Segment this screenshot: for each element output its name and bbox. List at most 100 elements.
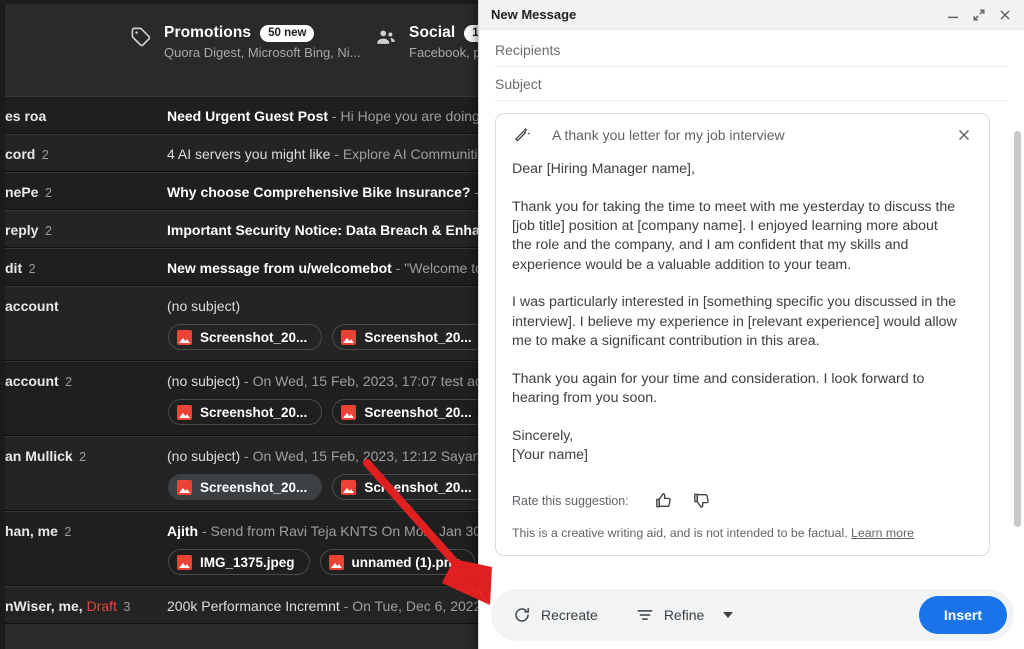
image-file-icon bbox=[341, 329, 357, 345]
suggestion-paragraph: Thank you again for your time and consid… bbox=[512, 370, 929, 407]
attachment-chip-label: Screenshot_20... bbox=[200, 404, 308, 420]
attachment-chip[interactable]: Screenshot_20... bbox=[168, 399, 323, 425]
attachment-chip-label: Screenshot_20... bbox=[200, 479, 308, 495]
suggestion-body: Dear [Hiring Manager name], Thank you fo… bbox=[496, 156, 989, 466]
thread-count: 2 bbox=[41, 224, 52, 238]
attachment-chip-row: IMG_1375.jpeg unnamed (1).png bbox=[168, 549, 476, 575]
tab-social[interactable]: Social 13 ne Facebook, pra bbox=[375, 24, 480, 60]
subject-text: Need Urgent Guest Post bbox=[167, 108, 329, 124]
tab-promotions-subtitle: Quora Digest, Microsoft Bing, Ni... bbox=[164, 45, 361, 60]
mail-row[interactable]: nePe 2 Why choose Comprehensive Bike Insu… bbox=[5, 172, 480, 210]
tab-promotions[interactable]: Promotions 50 new Quora Digest, Microsof… bbox=[130, 24, 361, 60]
refine-label: Refine bbox=[663, 607, 705, 623]
window-controls bbox=[942, 4, 1016, 26]
refine-button[interactable]: Refine bbox=[626, 597, 743, 633]
minimize-button[interactable] bbox=[942, 4, 964, 26]
mail-row-sender: nWiser, me, Draft 3 bbox=[5, 598, 131, 614]
image-file-icon bbox=[341, 479, 357, 495]
caret-down-icon[interactable] bbox=[723, 612, 734, 618]
mail-row-sender: nePe 2 bbox=[5, 184, 52, 200]
mail-row-sender: han, me 2 bbox=[5, 523, 72, 539]
attachment-chip-label: Screenshot_20... bbox=[200, 329, 308, 345]
suggestion-paragraph: Dear [Hiring Manager name], bbox=[512, 161, 695, 177]
suggestion-card-header: A thank you letter for my job interview bbox=[496, 114, 989, 156]
mail-row-sender: es roa bbox=[5, 108, 47, 124]
recreate-button[interactable]: Recreate bbox=[503, 597, 608, 633]
thread-count: 2 bbox=[75, 450, 87, 464]
learn-more-link[interactable]: Learn more bbox=[851, 526, 914, 540]
attachment-chip[interactable]: Screenshot_20... bbox=[332, 474, 480, 500]
attachment-chip[interactable]: IMG_1375.jpeg bbox=[168, 549, 310, 575]
mail-row[interactable]: nWiser, me, Draft 3 200k Performance Incr… bbox=[5, 586, 480, 624]
tab-social-title: Social bbox=[409, 24, 456, 41]
thumb-down-button[interactable] bbox=[689, 488, 715, 514]
inbox-tab-strip: Promotions 50 new Quora Digest, Microsof… bbox=[5, 4, 480, 100]
expand-button[interactable] bbox=[968, 4, 990, 26]
attachment-chip-label: Screenshot_20... bbox=[364, 479, 472, 495]
attachment-chip[interactable]: Screenshot_20... bbox=[332, 399, 480, 425]
snippet-text: - Explore AI Communities bbox=[330, 146, 480, 162]
snippet-text: - On Wed, 15 Feb, 2023, 17:07 test acco bbox=[240, 373, 480, 389]
thread-count: 2 bbox=[38, 148, 49, 162]
mail-row-sender: account bbox=[5, 298, 59, 314]
mail-row[interactable]: cord 2 4 AI servers you might like - Expl… bbox=[5, 134, 480, 172]
thread-count: 3 bbox=[119, 600, 131, 614]
subject-text: (no subject) bbox=[167, 448, 241, 464]
compose-window: New Message Recipients Subject A thank y… bbox=[478, 0, 1024, 649]
suggestion-title: A thank you letter for my job interview bbox=[552, 127, 785, 143]
mail-row-sender: cord 2 bbox=[5, 146, 49, 162]
suggestion-paragraph: Thank you for taking the time to meet wi… bbox=[512, 198, 960, 273]
tag-icon bbox=[130, 26, 152, 48]
mail-row[interactable]: account (no subject) Screenshot_20... Scree… bbox=[5, 286, 480, 361]
attachment-chip[interactable]: Screenshot_20... bbox=[332, 324, 480, 350]
mail-row-sender: account 2 bbox=[5, 373, 73, 389]
image-file-icon bbox=[177, 329, 192, 345]
refresh-icon bbox=[513, 606, 531, 624]
compose-title-bar[interactable]: New Message bbox=[479, 0, 1024, 30]
attachment-chip[interactable]: Screenshot_20... bbox=[168, 474, 323, 500]
snippet-text: - "Welcome to bbox=[391, 260, 480, 276]
image-file-icon bbox=[341, 404, 357, 420]
mail-list-inner: Promotions 50 new Quora Digest, Microsof… bbox=[5, 4, 480, 649]
subject-placeholder: Subject bbox=[495, 75, 542, 92]
thumb-up-button[interactable] bbox=[651, 488, 677, 514]
mail-row-subject: (no subject) - On Wed, 15 Feb, 2023, 12:… bbox=[167, 448, 480, 464]
tab-social-subtitle: Facebook, pra bbox=[409, 45, 480, 60]
mail-row[interactable]: es roa Need Urgent Guest Post - Hi Hope y… bbox=[5, 96, 480, 134]
rate-suggestion-label: Rate this suggestion: bbox=[512, 493, 629, 508]
suggestion-card-wrapper: A thank you letter for my job interview … bbox=[495, 113, 1021, 556]
tab-promotions-title: Promotions bbox=[164, 24, 252, 41]
attachment-chip[interactable]: Screenshot_20... bbox=[168, 324, 323, 350]
close-icon bbox=[958, 129, 970, 141]
recipients-field[interactable]: Recipients bbox=[495, 33, 1008, 67]
mail-row-subject: Important Security Notice: Data Breach &… bbox=[167, 222, 480, 238]
attachment-chip[interactable]: unnamed (1).png bbox=[319, 549, 476, 575]
subject-text: Why choose Comprehensive Bike Insurance? bbox=[167, 184, 471, 200]
subject-text: 4 AI servers you might like bbox=[167, 146, 331, 162]
insert-button[interactable]: Insert bbox=[918, 596, 1007, 634]
close-button[interactable] bbox=[994, 4, 1016, 26]
attachment-chip-label: unnamed (1).png bbox=[351, 554, 461, 570]
suggestion-close-button[interactable] bbox=[953, 124, 975, 146]
mail-row-subject: Why choose Comprehensive Bike Insurance?… bbox=[167, 184, 480, 200]
subject-text: (no subject) bbox=[167, 298, 241, 314]
mail-row[interactable]: han, me 2 Ajith - Send from Ravi Teja KNT… bbox=[5, 511, 480, 586]
attachment-chip-label: IMG_1375.jpeg bbox=[200, 554, 295, 570]
mail-row-subject: 4 AI servers you might like - Explore AI… bbox=[167, 146, 480, 162]
suggestion-scrollbar[interactable] bbox=[1014, 131, 1021, 527]
mail-row-subject: (no subject) - On Wed, 15 Feb, 2023, 17:… bbox=[167, 373, 480, 389]
mail-row-sender: dit 2 bbox=[5, 260, 36, 276]
mail-row[interactable]: reply 2 Important Security Notice: Data B… bbox=[5, 210, 480, 248]
mail-list-panel: Promotions 50 new Quora Digest, Microsof… bbox=[0, 0, 480, 649]
mail-row-sender: an Mullick 2 bbox=[5, 448, 87, 464]
recreate-label: Recreate bbox=[541, 607, 598, 623]
subject-field[interactable]: Subject bbox=[495, 67, 1008, 101]
mail-row[interactable]: dit 2 New message from u/welcomebot - "We… bbox=[5, 248, 480, 286]
thread-count: 2 bbox=[25, 262, 36, 276]
mail-row[interactable]: account 2 (no subject) - On Wed, 15 Feb, … bbox=[5, 361, 480, 436]
mail-row-subject: New message from u/welcomebot - "Welcome… bbox=[167, 260, 480, 276]
image-file-icon bbox=[177, 404, 192, 420]
mail-row-sender: reply 2 bbox=[5, 222, 52, 238]
rate-suggestion-row: Rate this suggestion: bbox=[496, 476, 989, 514]
mail-row[interactable]: an Mullick 2 (no subject) - On Wed, 15 Fe… bbox=[5, 436, 480, 511]
